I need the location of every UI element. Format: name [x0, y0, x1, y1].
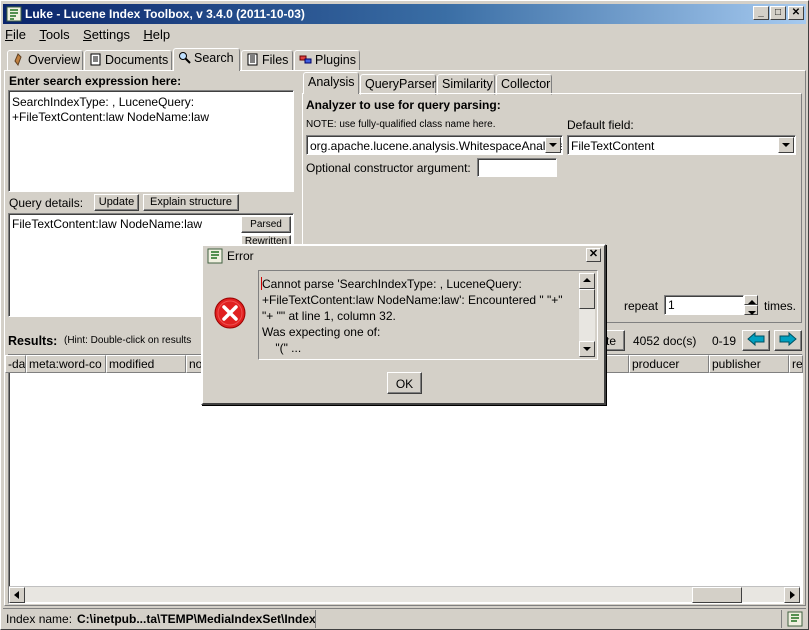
default-field-label: Default field:	[567, 118, 634, 132]
spinner-down-icon[interactable]	[744, 305, 758, 315]
column-header[interactable]: -dat	[5, 355, 26, 373]
spinner-up-icon[interactable]	[744, 295, 758, 305]
dialog-title-bar[interactable]: Error ✕	[205, 247, 602, 265]
tab-search[interactable]: Search	[173, 48, 240, 71]
close-icon[interactable]: ✕	[586, 248, 601, 262]
overview-icon	[14, 53, 22, 66]
column-header[interactable]: modified	[106, 355, 186, 373]
tab-overview[interactable]: Overview	[7, 50, 83, 71]
status-divider	[781, 610, 782, 628]
analyzer-note: NOTE: use fully-qualified class name her…	[306, 119, 496, 130]
window-title: Luke - Lucene Index Toolbox, v 3.4.0 (20…	[25, 7, 305, 21]
index-path: C:\inetpub...ta\TEMP\MediaIndexSet\Index	[77, 612, 316, 626]
column-header[interactable]: meta:word-co	[26, 355, 106, 373]
scroll-thumb[interactable]	[579, 289, 595, 309]
horizontal-scrollbar[interactable]	[9, 586, 800, 603]
doc-count: 4052 doc(s)	[633, 334, 697, 348]
analyzer-heading: Analyzer to use for query parsing:	[306, 98, 501, 112]
results-range: 0-19	[712, 334, 737, 348]
results-hint: (Hint: Double-click on results	[64, 335, 192, 346]
error-message-line: Cannot parse 'SearchIndexType: , LuceneQ…	[262, 277, 522, 291]
expression-label: Enter search expression here:	[9, 74, 182, 88]
next-page-button[interactable]	[774, 330, 802, 351]
column-header[interactable]: publisher	[709, 355, 789, 373]
scroll-right-icon[interactable]	[784, 587, 800, 603]
scroll-up-icon[interactable]	[579, 273, 595, 289]
repeat-input[interactable]: 1	[664, 295, 744, 315]
menu-file[interactable]: File	[5, 27, 26, 42]
menu-bar: File Tools Settings Help	[5, 27, 180, 45]
minimize-button[interactable]: _	[753, 6, 769, 20]
plugins-icon	[299, 55, 312, 64]
column-header[interactable]: producer	[629, 355, 709, 373]
tab-files[interactable]: Files	[241, 50, 293, 71]
tab-analysis[interactable]: Analysis	[303, 72, 359, 94]
tab-collector[interactable]: Collector	[496, 74, 552, 95]
close-window-button[interactable]: ✕	[788, 6, 804, 20]
default-field-select[interactable]: FileTextContent	[567, 135, 796, 155]
chevron-down-icon[interactable]	[545, 137, 561, 153]
menu-help[interactable]: Help	[143, 27, 170, 42]
tab-queryparser[interactable]: QueryParser	[360, 74, 436, 95]
files-icon	[247, 53, 258, 66]
error-message-line: "(" ...	[262, 341, 302, 355]
explain-structure-button[interactable]: Explain structure	[143, 194, 239, 211]
luke-dialog-icon	[207, 248, 223, 264]
arrow-left-icon	[747, 331, 765, 347]
ok-button[interactable]: OK	[387, 372, 422, 394]
error-dialog: Error ✕ Cannot parse 'SearchIndexType: ,…	[201, 244, 606, 405]
scroll-left-icon[interactable]	[9, 587, 25, 603]
repeat-suffix: times.	[764, 299, 797, 313]
query-details-label: Query details:	[9, 196, 84, 210]
ctor-arg-label: Optional constructor argument:	[306, 161, 471, 175]
parsed-query-text: FileTextContent:law NodeName:law	[12, 217, 203, 231]
dialog-title: Error	[227, 249, 254, 263]
scroll-down-icon[interactable]	[579, 341, 595, 357]
status-bar: Index name: C:\inetpub...ta\TEMP\MediaIn…	[3, 608, 806, 628]
error-message-area[interactable]: Cannot parse 'SearchIndexType: , LuceneQ…	[258, 270, 598, 360]
arrow-right-icon	[779, 331, 797, 347]
error-message-line: +FileTextContent:law NodeName:law': Enco…	[262, 293, 563, 307]
ctor-arg-input[interactable]	[477, 158, 557, 177]
column-header[interactable]: res	[789, 355, 803, 373]
error-message-line: "+ "" at line 1, column 32.	[262, 309, 396, 323]
results-label: Results:	[8, 334, 58, 348]
luke-status-icon	[787, 611, 803, 627]
tab-similarity[interactable]: Similarity	[437, 74, 495, 95]
title-bar[interactable]: Luke - Lucene Index Toolbox, v 3.4.0 (20…	[3, 4, 806, 24]
luke-app-icon	[6, 6, 22, 22]
prev-page-button[interactable]	[742, 330, 770, 351]
parsed-button[interactable]: Parsed	[241, 216, 291, 233]
documents-icon	[90, 53, 101, 66]
search-expression-input[interactable]: SearchIndexType: , LuceneQuery: +FileTex…	[8, 90, 294, 192]
menu-settings[interactable]: Settings	[83, 27, 130, 42]
index-name-label: Index name:	[6, 612, 73, 626]
error-icon	[214, 297, 246, 329]
scroll-thumb[interactable]	[692, 587, 742, 603]
error-message-line: Was expecting one of:	[262, 325, 381, 339]
chevron-down-icon[interactable]	[778, 137, 794, 153]
tab-documents[interactable]: Documents	[84, 50, 172, 71]
repeat-label: repeat	[624, 299, 659, 313]
vertical-scrollbar[interactable]	[579, 273, 595, 357]
search-icon	[179, 52, 191, 64]
analyzer-select[interactable]: org.apache.lucene.analysis.WhitespaceAna…	[306, 135, 563, 155]
tab-plugins[interactable]: Plugins	[294, 50, 360, 71]
maximize-button[interactable]: □	[770, 6, 786, 20]
update-button[interactable]: Update	[94, 194, 139, 211]
status-divider	[315, 610, 316, 628]
menu-tools[interactable]: Tools	[39, 27, 69, 42]
